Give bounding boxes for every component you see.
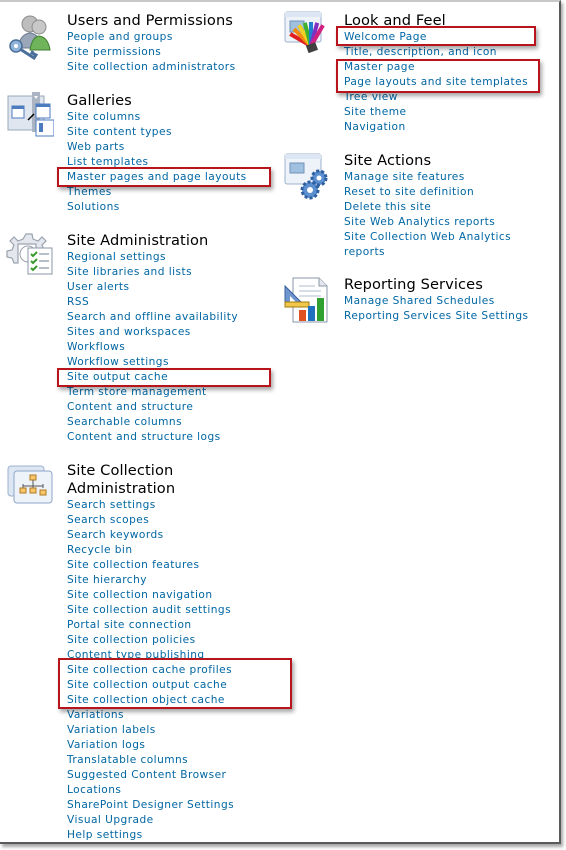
link-themes[interactable]: Themes	[67, 186, 112, 198]
link-welcome-page[interactable]: Welcome Page	[344, 31, 427, 43]
link-reset-to-site-definition[interactable]: Reset to site definition	[344, 186, 474, 198]
link-site-collection-navigation[interactable]: Site collection navigation	[67, 589, 213, 601]
screenshot-frame: Users and Permissions People and groups …	[0, 0, 561, 844]
link-sharepoint-designer-settings[interactable]: SharePoint Designer Settings	[67, 799, 234, 811]
link-searchable-columns[interactable]: Searchable columns	[67, 416, 182, 428]
window-gears-icon	[284, 153, 328, 200]
section-heading: Reporting Services	[344, 276, 483, 293]
section-heading: Users and Permissions	[67, 12, 234, 29]
link-site-collection-web-analytics[interactable]: Site Collection Web Analytics	[344, 231, 511, 243]
link-site-theme[interactable]: Site theme	[344, 106, 406, 118]
link-reporting-services-site-settings[interactable]: Reporting Services Site Settings	[344, 310, 528, 322]
link-site-hierarchy[interactable]: Site hierarchy	[67, 574, 147, 586]
link-sites-and-workspaces[interactable]: Sites and workspaces	[67, 326, 191, 338]
link-content-and-structure-logs[interactable]: Content and structure logs	[67, 431, 221, 443]
link-solutions[interactable]: Solutions	[67, 201, 120, 213]
link-people-and-groups[interactable]: People and groups	[67, 31, 173, 43]
link-tree-view[interactable]: Tree view	[344, 91, 398, 103]
link-site-web-analytics-reports[interactable]: Site Web Analytics reports	[344, 216, 495, 228]
link-site-libraries-and-lists[interactable]: Site libraries and lists	[67, 266, 192, 278]
link-site-collection-cache-profiles[interactable]: Site collection cache profiles	[67, 664, 232, 676]
link-web-parts[interactable]: Web parts	[67, 141, 125, 153]
link-translatable-columns[interactable]: Translatable columns	[67, 754, 188, 766]
link-locations[interactable]: Locations	[67, 784, 121, 796]
link-site-collection-audit-settings[interactable]: Site collection audit settings	[67, 604, 231, 616]
section-heading: Site Actions	[344, 152, 432, 169]
link-visual-upgrade[interactable]: Visual Upgrade	[67, 814, 154, 826]
report-chart-icon	[284, 277, 328, 323]
link-rss[interactable]: RSS	[67, 296, 89, 308]
link-search-and-offline-availability[interactable]: Search and offline availability	[67, 311, 238, 323]
link-site-output-cache[interactable]: Site output cache	[67, 371, 168, 383]
link-search-keywords[interactable]: Search keywords	[67, 529, 164, 541]
link-site-collection-output-cache[interactable]: Site collection output cache	[67, 679, 227, 691]
link-variation-logs[interactable]: Variation logs	[67, 739, 145, 751]
link-site-collection-web-analytics-reports[interactable]: reports	[344, 246, 385, 258]
link-manage-shared-schedules[interactable]: Manage Shared Schedules	[344, 295, 495, 307]
link-workflow-settings[interactable]: Workflow settings	[67, 356, 169, 368]
link-list-templates[interactable]: List templates	[67, 156, 149, 168]
section-heading: Site Administration	[67, 232, 209, 249]
galleries-icon	[7, 92, 54, 137]
link-variation-labels[interactable]: Variation labels	[67, 724, 156, 736]
link-title-description-and-icon[interactable]: Title, description, and icon	[344, 46, 497, 58]
link-navigation[interactable]: Navigation	[344, 121, 406, 133]
link-manage-site-features[interactable]: Manage site features	[344, 171, 465, 183]
link-help-settings[interactable]: Help settings	[67, 829, 143, 841]
link-regional-settings[interactable]: Regional settings	[67, 251, 166, 263]
link-master-page[interactable]: Master page	[344, 61, 415, 73]
section-heading: Galleries	[67, 92, 132, 109]
link-site-content-types[interactable]: Site content types	[67, 126, 172, 138]
link-site-collection-features[interactable]: Site collection features	[67, 559, 199, 571]
link-portal-site-connection[interactable]: Portal site connection	[67, 619, 192, 631]
link-search-settings[interactable]: Search settings	[67, 499, 156, 511]
link-workflows[interactable]: Workflows	[67, 341, 125, 353]
section-heading-line2: Administration	[67, 480, 176, 497]
link-variations[interactable]: Variations	[67, 709, 124, 721]
link-search-scopes[interactable]: Search scopes	[67, 514, 149, 526]
section-heading: Look and Feel	[344, 12, 446, 29]
link-site-collection-administrators[interactable]: Site collection administrators	[67, 61, 236, 73]
link-term-store-management[interactable]: Term store management	[67, 386, 207, 398]
color-palette-icon	[284, 11, 325, 54]
link-suggested-content-browser[interactable]: Suggested Content Browser	[67, 769, 226, 781]
link-content-type-publishing[interactable]: Content type publishing	[67, 649, 205, 661]
link-page-layouts-and-site-templates[interactable]: Page layouts and site templates	[344, 76, 528, 88]
hierarchy-icon	[7, 465, 53, 504]
link-user-alerts[interactable]: User alerts	[67, 281, 129, 293]
link-site-columns[interactable]: Site columns	[67, 111, 141, 123]
section-heading-line1: Site Collection	[67, 462, 174, 479]
link-site-collection-policies[interactable]: Site collection policies	[67, 634, 196, 646]
link-content-and-structure[interactable]: Content and structure	[67, 401, 193, 413]
link-recycle-bin[interactable]: Recycle bin	[67, 544, 132, 556]
link-site-permissions[interactable]: Site permissions	[67, 46, 161, 58]
gear-checklist-icon	[6, 233, 53, 275]
link-master-pages-and-page-layouts[interactable]: Master pages and page layouts	[67, 171, 247, 183]
link-delete-this-site[interactable]: Delete this site	[344, 201, 431, 213]
link-site-collection-object-cache[interactable]: Site collection object cache	[67, 694, 225, 706]
users-key-icon	[9, 15, 51, 60]
